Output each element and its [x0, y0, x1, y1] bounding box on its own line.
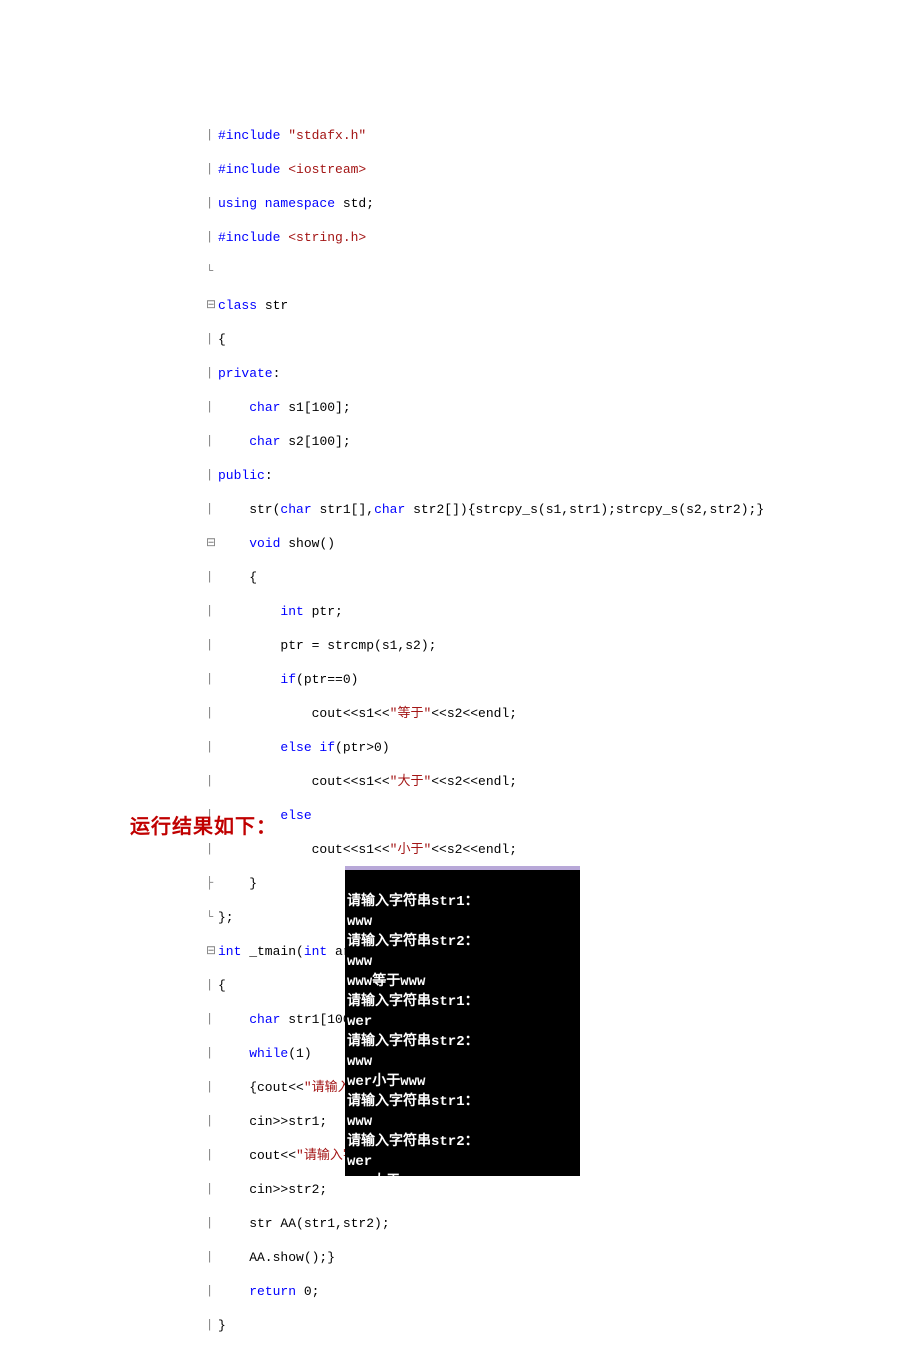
char-type: char: [280, 502, 311, 517]
brace: }: [218, 876, 257, 891]
preproc: #include: [218, 128, 288, 143]
ctor-start: str(: [218, 502, 280, 517]
brace: {: [218, 332, 226, 347]
include-angle: <string.h>: [288, 230, 366, 245]
preproc: #include: [218, 230, 288, 245]
char-type: char: [249, 434, 280, 449]
string-literal: "小于": [390, 842, 432, 857]
console-line: wer: [347, 1014, 372, 1030]
char-type: char: [374, 502, 405, 517]
string-literal: "等于": [390, 706, 432, 721]
colon: :: [265, 468, 273, 483]
string-literal: "大于": [390, 774, 432, 789]
console-line: 请输入字符串str2：: [347, 934, 479, 950]
brace: {: [218, 978, 226, 993]
char-type: char: [249, 400, 280, 415]
console-line: www: [347, 1114, 372, 1130]
cout-pre: cout<<s1<<: [218, 774, 390, 789]
class-kw: class: [218, 298, 257, 313]
colon: :: [273, 366, 281, 381]
class-end: };: [218, 910, 234, 925]
return-val: 0;: [296, 1284, 319, 1299]
ctor-end: str2[]){strcpy_s(s1,str1);strcpy_s(s2,st…: [405, 502, 764, 517]
cin-stmt: cin>>str2;: [218, 1182, 327, 1197]
cout-pre: cout<<s1<<: [218, 706, 390, 721]
return-kw: return: [249, 1284, 296, 1299]
using-kw: using namespace: [218, 196, 335, 211]
cout-post: <<s2<<endl;: [431, 842, 517, 857]
class-name: str: [257, 298, 288, 313]
int-type: int: [218, 944, 241, 959]
console-line: www大于wer: [347, 1174, 425, 1176]
console-line: www: [347, 914, 372, 930]
using-rest: std;: [335, 196, 374, 211]
brace: }: [218, 1318, 226, 1333]
ctor-mid: str1[],: [312, 502, 374, 517]
while-kw: while: [249, 1046, 288, 1061]
console-line: 请输入字符串str1：: [347, 1094, 479, 1110]
elseif-kw: else if: [280, 740, 335, 755]
elseif-cond: (ptr>0): [335, 740, 390, 755]
cout-post: <<s2<<endl;: [431, 774, 517, 789]
private-kw: private: [218, 366, 273, 381]
console-line: wer小于www: [347, 1074, 425, 1090]
console-line: www等于www: [347, 974, 425, 990]
else-kw: else: [280, 808, 311, 823]
console-line: www: [347, 954, 372, 970]
field: s2[100];: [280, 434, 350, 449]
cin-stmt: cin>>str1;: [218, 1114, 327, 1129]
ptr-decl: ptr;: [304, 604, 343, 619]
if-cond: (ptr==0): [296, 672, 358, 687]
cout-pre: cout<<s1<<: [218, 842, 390, 857]
console-line: 请输入字符串str2：: [347, 1034, 479, 1050]
show-decl: show(): [280, 536, 335, 551]
cout-post: <<s2<<endl;: [431, 706, 517, 721]
field: s1[100];: [280, 400, 350, 415]
call-stmt: AA.show();}: [218, 1250, 335, 1265]
console-line: 请输入字符串str1：: [347, 994, 479, 1010]
int-type: int: [304, 944, 327, 959]
int-type: int: [280, 604, 303, 619]
console-line: www: [347, 1054, 372, 1070]
result-heading: 运行结果如下：: [130, 810, 277, 839]
main-name: _tmain(: [241, 944, 303, 959]
cout-pre: cout<<: [218, 1148, 296, 1163]
console-output: 请输入字符串str1： www 请输入字符串str2： www www等于www…: [345, 866, 580, 1176]
include-string: "stdafx.h": [288, 128, 366, 143]
public-kw: public: [218, 468, 265, 483]
cout-pre: {cout<<: [218, 1080, 304, 1095]
obj-decl: str AA(str1,str2);: [218, 1216, 390, 1231]
char-type: char: [249, 1012, 280, 1027]
console-line: wer: [347, 1154, 372, 1170]
while-cond: (1): [288, 1046, 311, 1061]
include-angle: <iostream>: [288, 162, 366, 177]
preproc: #include: [218, 162, 288, 177]
brace: {: [218, 570, 257, 585]
void-type: void: [249, 536, 280, 551]
ptr-assign: ptr = strcmp(s1,s2);: [218, 638, 436, 653]
console-line: 请输入字符串str1：: [347, 894, 479, 910]
console-line: 请输入字符串str2：: [347, 1134, 479, 1150]
if-kw: if: [280, 672, 296, 687]
